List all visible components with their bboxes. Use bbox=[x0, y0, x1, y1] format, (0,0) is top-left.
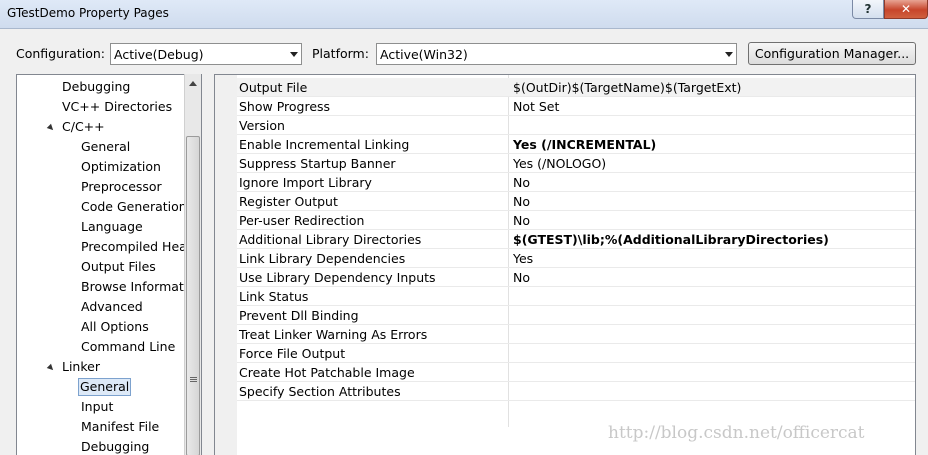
tree-item-all-options[interactable]: All Options bbox=[80, 318, 150, 336]
property-row-ignore-import-library[interactable]: Ignore Import Library No bbox=[237, 173, 915, 192]
property-name: Prevent Dll Binding bbox=[239, 308, 359, 323]
help-icon: ? bbox=[864, 2, 872, 16]
property-name: Show Progress bbox=[239, 99, 331, 114]
tree-item-output-files[interactable]: Output Files bbox=[80, 258, 157, 276]
property-row-treat-warning-as-errors[interactable]: Treat Linker Warning As Errors bbox=[237, 325, 915, 344]
tree-item-optimization[interactable]: Optimization bbox=[80, 158, 162, 176]
property-grid[interactable]: Output File $(OutDir)$(TargetName)$(Targ… bbox=[214, 74, 916, 455]
chevron-down-icon bbox=[725, 52, 733, 57]
property-row-incremental-linking[interactable]: Enable Incremental Linking Yes (/INCREME… bbox=[237, 135, 915, 154]
property-row-prevent-dll-binding[interactable]: Prevent Dll Binding bbox=[237, 306, 915, 325]
property-name: Version bbox=[239, 118, 285, 133]
tree-scrollbar[interactable] bbox=[184, 74, 201, 455]
platform-label: Platform: bbox=[312, 46, 369, 61]
tree-item-precompiled-headers[interactable]: Precompiled Head bbox=[80, 238, 196, 256]
property-row-per-user-redirection[interactable]: Per-user Redirection No bbox=[237, 211, 915, 230]
expand-arrow-icon[interactable] bbox=[46, 363, 56, 373]
property-row-force-file-output[interactable]: Force File Output bbox=[237, 344, 915, 363]
tree-item-command-line[interactable]: Command Line bbox=[80, 338, 176, 356]
scrollbar-thumb[interactable] bbox=[186, 136, 200, 455]
configuration-value: Active(Debug) bbox=[114, 47, 204, 62]
close-icon: ✕ bbox=[900, 2, 912, 16]
property-name: Per-user Redirection bbox=[239, 213, 365, 228]
help-button[interactable]: ? bbox=[852, 0, 884, 19]
property-name: Ignore Import Library bbox=[239, 175, 372, 190]
property-row-register-output[interactable]: Register Output No bbox=[237, 192, 915, 211]
tree-item-debugging[interactable]: Debugging bbox=[61, 78, 131, 96]
scroll-up-icon[interactable] bbox=[189, 81, 197, 86]
property-value: Yes (/NOLOGO) bbox=[513, 156, 607, 171]
property-row-link-library-dependencies[interactable]: Link Library Dependencies Yes bbox=[237, 249, 915, 268]
property-value: Yes bbox=[513, 251, 534, 266]
property-value: $(GTEST)\lib;%(AdditionalLibraryDirector… bbox=[513, 232, 829, 247]
property-row-additional-library-directories[interactable]: Additional Library Directories $(GTEST)\… bbox=[237, 230, 915, 249]
property-name: Additional Library Directories bbox=[239, 232, 422, 247]
expand-arrow-icon[interactable] bbox=[46, 123, 56, 133]
tree-item-vc-directories[interactable]: VC++ Directories bbox=[61, 98, 173, 116]
chevron-down-icon bbox=[290, 52, 298, 57]
property-value: No bbox=[513, 194, 530, 209]
property-value: Yes (/INCREMENTAL) bbox=[513, 137, 657, 152]
window-title: GTestDemo Property Pages bbox=[7, 6, 169, 20]
property-pages-window: GTestDemo Property Pages ? ✕ Configurati… bbox=[0, 0, 928, 455]
title-bar[interactable]: GTestDemo Property Pages ? ✕ bbox=[0, 0, 928, 28]
property-row-section-attributes[interactable]: Specify Section Attributes bbox=[237, 382, 915, 401]
property-row-link-status[interactable]: Link Status bbox=[237, 287, 915, 306]
tree-item-linker-debugging[interactable]: Debugging bbox=[80, 438, 150, 455]
grid-gutter bbox=[215, 75, 237, 455]
dialog-body: Configuration: Active(Debug) Platform: A… bbox=[0, 28, 928, 455]
tree-item-linker[interactable]: Linker bbox=[61, 358, 101, 376]
property-name: Link Status bbox=[239, 289, 309, 304]
property-row-output-file[interactable]: Output File $(OutDir)$(TargetName)$(Targ… bbox=[237, 78, 915, 97]
property-name: Force File Output bbox=[239, 346, 346, 361]
property-value: No bbox=[513, 270, 530, 285]
property-value: $(OutDir)$(TargetName)$(TargetExt) bbox=[513, 80, 742, 95]
property-row-startup-banner[interactable]: Suppress Startup Banner Yes (/NOLOGO) bbox=[237, 154, 915, 173]
tree-item-preprocessor[interactable]: Preprocessor bbox=[80, 178, 163, 196]
property-name: Enable Incremental Linking bbox=[239, 137, 410, 152]
tree-item-cpp-general[interactable]: General bbox=[80, 138, 131, 156]
property-value: No bbox=[513, 213, 530, 228]
property-name: Use Library Dependency Inputs bbox=[239, 270, 436, 285]
tree-item-input[interactable]: Input bbox=[80, 398, 114, 416]
property-row-version[interactable]: Version bbox=[237, 116, 915, 135]
property-row-use-library-dependency-inputs[interactable]: Use Library Dependency Inputs No bbox=[237, 268, 915, 287]
property-value: No bbox=[513, 175, 530, 190]
tree-item-manifest-file[interactable]: Manifest File bbox=[80, 418, 160, 436]
property-name: Specify Section Attributes bbox=[239, 384, 401, 399]
tree-item-browse-information[interactable]: Browse Informatic bbox=[80, 278, 195, 296]
property-name: Treat Linker Warning As Errors bbox=[239, 327, 428, 342]
tree-item-language[interactable]: Language bbox=[80, 218, 144, 236]
property-name: Create Hot Patchable Image bbox=[239, 365, 415, 380]
platform-dropdown[interactable]: Active(Win32) bbox=[376, 43, 737, 65]
property-row-show-progress[interactable]: Show Progress Not Set bbox=[237, 97, 915, 116]
property-name: Link Library Dependencies bbox=[239, 251, 406, 266]
configuration-manager-button[interactable]: Configuration Manager... bbox=[748, 42, 916, 65]
property-name: Suppress Startup Banner bbox=[239, 156, 396, 171]
platform-value: Active(Win32) bbox=[380, 47, 468, 62]
tree-item-code-generation[interactable]: Code Generation bbox=[80, 198, 188, 216]
tree-item-advanced[interactable]: Advanced bbox=[80, 298, 144, 316]
close-button[interactable]: ✕ bbox=[884, 0, 928, 19]
property-name: Output File bbox=[239, 80, 308, 95]
property-name: Register Output bbox=[239, 194, 338, 209]
configuration-label: Configuration: bbox=[16, 46, 105, 61]
watermark-text: http://blog.csdn.net/officercat bbox=[608, 423, 865, 443]
grip-icon bbox=[190, 377, 197, 382]
tree-item-cpp[interactable]: C/C++ bbox=[61, 118, 106, 136]
property-value: Not Set bbox=[513, 99, 560, 114]
property-tree[interactable]: Debugging VC++ Directories C/C++ General… bbox=[16, 74, 202, 455]
configuration-dropdown[interactable]: Active(Debug) bbox=[110, 43, 302, 65]
property-row-hot-patchable-image[interactable]: Create Hot Patchable Image bbox=[237, 363, 915, 382]
tree-item-linker-general[interactable]: General bbox=[78, 378, 132, 396]
